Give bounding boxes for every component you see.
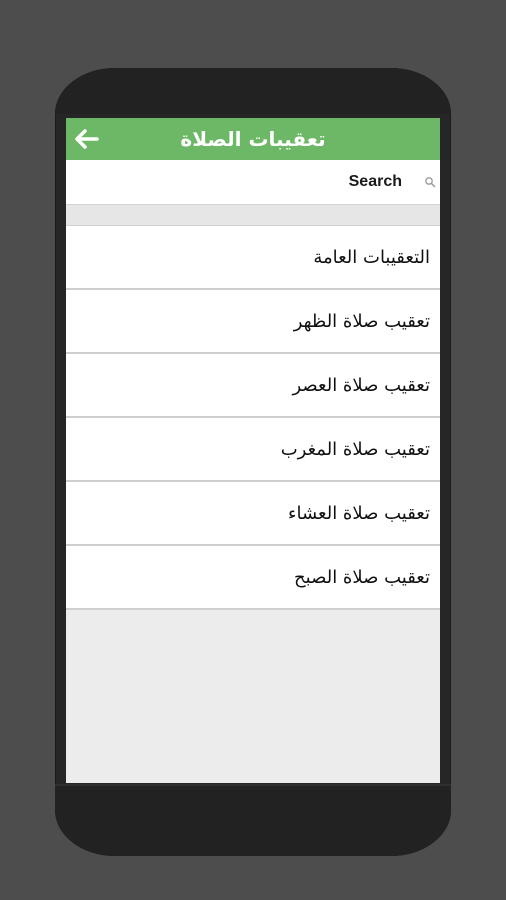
list-item[interactable]: التعقيبات العامة xyxy=(66,226,440,290)
list-item[interactable]: تعقيب صلاة المغرب xyxy=(66,418,440,482)
app-screen: تعقيبات الصلاة Search التعقيبات العامة ت… xyxy=(66,118,440,783)
search-icon xyxy=(425,177,436,188)
phone-top-bezel xyxy=(55,68,451,114)
list-header-spacer xyxy=(66,205,440,226)
list-item-label: تعقيب صلاة الظهر xyxy=(293,310,430,332)
list-item-label: تعقيب صلاة المغرب xyxy=(280,438,430,460)
app-bar: تعقيبات الصلاة xyxy=(66,118,440,160)
search-input[interactable]: Search xyxy=(349,173,402,191)
list-item[interactable]: تعقيب صلاة الصبح xyxy=(66,546,440,610)
page-title: تعقيبات الصلاة xyxy=(180,127,326,151)
phone-bottom-bezel xyxy=(55,784,451,856)
list-item-label: التعقيبات العامة xyxy=(313,246,430,268)
list-item-label: تعقيب صلاة الصبح xyxy=(294,566,430,588)
list-item[interactable]: تعقيب صلاة العصر xyxy=(66,354,440,418)
topic-list: التعقيبات العامة تعقيب صلاة الظهر تعقيب … xyxy=(66,226,440,610)
list-item[interactable]: تعقيب صلاة الظهر xyxy=(66,290,440,354)
back-button[interactable] xyxy=(72,124,102,154)
search-bar[interactable]: Search xyxy=(66,160,440,205)
list-item-label: تعقيب صلاة العشاء xyxy=(288,502,430,524)
arrow-left-icon xyxy=(75,129,99,149)
list-item[interactable]: تعقيب صلاة العشاء xyxy=(66,482,440,546)
list-item-label: تعقيب صلاة العصر xyxy=(292,374,430,396)
